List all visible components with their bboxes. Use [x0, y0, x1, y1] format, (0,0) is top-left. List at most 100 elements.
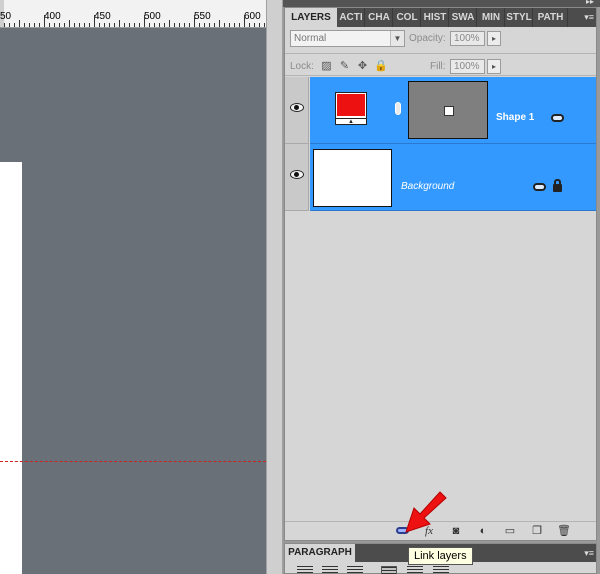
- dock-header[interactable]: ▸▸: [283, 0, 600, 7]
- ruler-tick: [219, 20, 220, 27]
- vector-mask-thumbnail[interactable]: [408, 81, 488, 139]
- justify-center-icon[interactable]: [407, 566, 423, 574]
- ruler-tick: [189, 23, 190, 27]
- tab-channels[interactable]: CHA: [366, 8, 393, 27]
- layer-row-background[interactable]: Background: [285, 144, 596, 211]
- collapse-icon[interactable]: ▸▸: [586, 0, 594, 6]
- new-group-icon[interactable]: ▭: [503, 525, 517, 537]
- tab-actions[interactable]: ACTI: [338, 8, 365, 27]
- document-page[interactable]: [0, 162, 22, 574]
- document-canvas-area[interactable]: 50 400 450 500 550 600: [0, 0, 266, 574]
- ruler-label: 450: [94, 11, 111, 22]
- justify-right-icon[interactable]: [433, 566, 449, 574]
- tab-paragraph[interactable]: PARAGRAPH: [285, 544, 355, 562]
- eye-icon[interactable]: [290, 103, 304, 112]
- ruler-tick: [24, 23, 25, 27]
- panel-menu-icon[interactable]: ▾≡: [584, 8, 594, 27]
- align-left-icon[interactable]: [297, 566, 313, 574]
- layer-name[interactable]: Background: [401, 181, 454, 193]
- trash-icon[interactable]: 🗑: [557, 525, 571, 537]
- ruler-tick: [79, 23, 80, 27]
- ruler-tick: [229, 23, 230, 27]
- adjustment-layer-icon[interactable]: ◐: [476, 525, 490, 537]
- new-layer-icon[interactable]: ❐: [530, 525, 544, 537]
- tab-paths[interactable]: PATH: [534, 8, 568, 27]
- tab-styles[interactable]: STYL: [506, 8, 533, 27]
- mask-link-icon[interactable]: [395, 102, 401, 115]
- red-arrow-annotation: [405, 491, 447, 533]
- ruler-tick: [144, 15, 145, 27]
- ruler-tick: [209, 23, 210, 27]
- ruler-label: 500: [144, 11, 161, 22]
- fill-color-swatch: [337, 94, 365, 116]
- ruler-tick: [29, 23, 30, 27]
- triangle-icon: ▲: [348, 119, 354, 125]
- link-icon: [551, 114, 564, 122]
- align-right-icon[interactable]: [347, 566, 363, 574]
- ruler-tick: [49, 23, 50, 27]
- tab-history[interactable]: HIST: [422, 8, 449, 27]
- ruler-tick: [54, 23, 55, 27]
- panel-menu-icon[interactable]: ▾≡: [584, 544, 594, 562]
- lock-label: Lock:: [290, 61, 314, 72]
- ruler-tick: [244, 15, 245, 27]
- fill-slider-toggle[interactable]: ▸: [487, 59, 501, 74]
- lock-position-icon[interactable]: ✥: [356, 60, 369, 73]
- layer-row-shape-1[interactable]: ▲ Shape 1: [285, 77, 596, 144]
- ruler-tick: [9, 23, 10, 27]
- fill-label: Fill:: [430, 61, 446, 72]
- fill-input[interactable]: 100%: [450, 59, 485, 74]
- lock-transparent-icon[interactable]: ▨: [320, 60, 333, 73]
- lock-image-icon[interactable]: ✎: [338, 60, 351, 73]
- ruler-tick: [84, 23, 85, 27]
- blend-row: Normal ▼ Opacity: 100% ▸: [285, 29, 596, 55]
- tab-color[interactable]: COL: [394, 8, 421, 27]
- ruler-tick: [214, 23, 215, 27]
- layers-empty-area[interactable]: [285, 212, 596, 520]
- ruler-tick: [119, 20, 120, 27]
- ruler-tick: [74, 23, 75, 27]
- ruler-tick: [174, 23, 175, 27]
- tab-swatches[interactable]: SWA: [450, 8, 477, 27]
- lock-icon: [553, 179, 562, 192]
- ruler-tick: [69, 20, 70, 27]
- ruler-tick: [59, 23, 60, 27]
- ruler-tick: [4, 23, 5, 27]
- opacity-label: Opacity:: [409, 33, 446, 44]
- lock-all-icon[interactable]: 🔒: [374, 60, 388, 73]
- link-icon: [533, 183, 546, 191]
- chevron-down-icon: ▼: [390, 31, 404, 46]
- justify-left-icon[interactable]: [381, 566, 397, 574]
- layer-thumbnail[interactable]: [313, 149, 392, 207]
- ruler-tick: [14, 23, 15, 27]
- ruler-tick: [264, 23, 265, 27]
- ruler-tick: [154, 23, 155, 27]
- tab-layers[interactable]: LAYERS: [285, 8, 337, 27]
- shape-layer-thumbnail[interactable]: ▲: [335, 92, 367, 125]
- opacity-input[interactable]: 100%: [450, 31, 485, 46]
- visibility-toggle[interactable]: [285, 144, 309, 211]
- panel-tab-bar: LAYERS ACTI CHA COL HIST SWA MIN STYL PA…: [285, 8, 596, 27]
- ruler-tick: [224, 23, 225, 27]
- visibility-toggle[interactable]: [285, 77, 309, 144]
- ruler-tick: [129, 23, 130, 27]
- ruler-tick: [124, 23, 125, 27]
- opacity-slider-toggle[interactable]: ▸: [487, 31, 501, 46]
- align-center-icon[interactable]: [322, 566, 338, 574]
- ruler-tick: [134, 23, 135, 27]
- arrow-shape: [405, 491, 447, 533]
- panel-splitter[interactable]: [266, 0, 283, 574]
- ruler-tick: [94, 15, 95, 27]
- layer-name[interactable]: Shape 1: [496, 112, 534, 124]
- horizontal-guide[interactable]: [0, 461, 266, 462]
- blend-mode-select[interactable]: Normal ▼: [290, 30, 405, 47]
- ruler-label: 550: [194, 11, 211, 22]
- ruler-label: 50: [0, 11, 12, 22]
- ruler-tick: [39, 23, 40, 27]
- tab-mini-bridge[interactable]: MIN: [478, 8, 505, 27]
- eye-icon[interactable]: [290, 170, 304, 179]
- ruler-tick: [44, 15, 45, 27]
- horizontal-ruler: 50 400 450 500 550 600: [0, 0, 266, 28]
- ruler-tick: [179, 23, 180, 27]
- tooltip: Link layers: [408, 547, 473, 565]
